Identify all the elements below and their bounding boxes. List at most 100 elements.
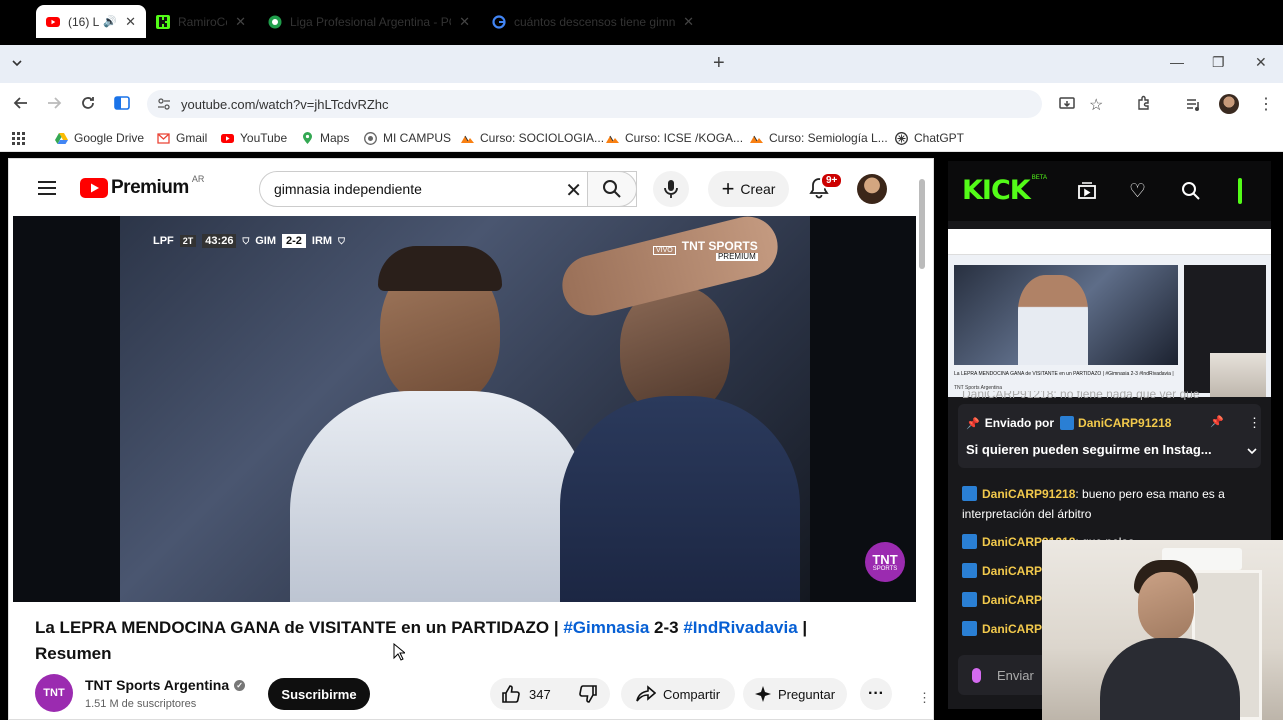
notifications-button[interactable]: 9+ xyxy=(809,172,844,204)
tab-title: cuántos descensos tiene gimna xyxy=(514,14,676,29)
kick-logo[interactable]: KICK BETA xyxy=(962,175,1047,206)
browser-tab-strip xyxy=(0,45,1283,83)
restore-button[interactable]: ❐ xyxy=(1212,54,1225,71)
scoreboard-overlay: LPF 2T 43:26 ⛉ GIM 2-2 IRM ⛉ xyxy=(153,234,345,248)
notification-badge: 9+ xyxy=(820,172,844,189)
extensions-icon[interactable] xyxy=(1136,95,1152,116)
bookmark-curso-semiologia[interactable]: Curso: Semiología L... xyxy=(750,131,888,145)
hashtag-link[interactable]: #IndRivadavia xyxy=(683,618,797,637)
globe-icon xyxy=(268,15,282,28)
user-menu-icon[interactable] xyxy=(1238,178,1242,204)
hashtag-link[interactable]: #Gimnasia xyxy=(563,618,649,637)
bookmark-curso-icse[interactable]: Curso: ICSE /KOGA... xyxy=(606,131,743,145)
search-box[interactable]: gimnasia independiente ✕ xyxy=(259,171,637,207)
account-avatar[interactable] xyxy=(857,174,887,204)
share-button[interactable]: Compartir xyxy=(621,678,735,710)
back-button[interactable] xyxy=(13,95,29,115)
user-badge-icon xyxy=(962,592,977,607)
bookmark-mi-campus[interactable]: MI CAMPUS xyxy=(364,131,451,145)
user-badge-icon xyxy=(962,486,977,501)
bookmark-gmail[interactable]: Gmail xyxy=(157,131,207,145)
moodle-icon xyxy=(750,135,763,143)
bookmark-chatgpt[interactable]: ChatGPT xyxy=(895,131,964,145)
close-window-button[interactable]: ✕ xyxy=(1255,54,1267,71)
user-badge-icon xyxy=(962,621,977,636)
youtube-premium-logo[interactable]: Premium AR xyxy=(80,174,204,199)
microphone-icon xyxy=(664,180,678,198)
chevron-down-icon[interactable] xyxy=(1246,444,1258,462)
tab-youtube[interactable]: (16) L 🔊 ✕ xyxy=(36,5,146,38)
address-bar[interactable]: youtube.com/watch?v=jhLTcdvRZhc xyxy=(147,90,1042,118)
pinned-menu-icon[interactable]: ⋮ xyxy=(1248,415,1261,431)
tab-title: RamiroCc xyxy=(178,14,228,29)
broadcast-logo: VIVO TNT SPORTS PREMIUM xyxy=(653,240,758,261)
tab-liga-profesional[interactable]: Liga Profesional Argentina - PO ✕ xyxy=(258,5,480,38)
search-input[interactable]: gimnasia independiente xyxy=(274,181,422,197)
apps-grid-icon[interactable] xyxy=(12,132,25,150)
ask-button[interactable]: Preguntar xyxy=(743,678,847,710)
moodle-icon xyxy=(461,135,474,143)
search-button[interactable] xyxy=(587,171,637,207)
pin-icon: 📌 xyxy=(966,417,980,430)
user-badge-icon xyxy=(1060,416,1075,430)
close-icon[interactable]: ✕ xyxy=(459,14,470,30)
side-panel-icon xyxy=(114,96,130,110)
voice-search-button[interactable] xyxy=(653,171,689,207)
streamer-webcam xyxy=(1042,540,1283,720)
reload-button[interactable] xyxy=(80,95,96,115)
media-controls-icon[interactable] xyxy=(1186,96,1202,117)
channel-name[interactable]: TNT Sports Argentina ✓ xyxy=(85,677,246,693)
dislike-button[interactable] xyxy=(578,684,598,709)
page-scrollbar[interactable] xyxy=(919,179,925,269)
maps-pin-icon xyxy=(303,131,312,144)
video-title: La LEPRA MENDOCINA GANA de VISITANTE en … xyxy=(35,618,808,663)
bookmark-star-icon[interactable]: ☆ xyxy=(1089,95,1103,115)
plus-icon: + xyxy=(721,176,735,201)
close-icon[interactable]: ✕ xyxy=(235,14,246,30)
close-icon[interactable]: ✕ xyxy=(125,14,136,30)
close-icon[interactable]: ✕ xyxy=(683,14,694,30)
tab-google-search[interactable]: cuántos descensos tiene gimna ✕ xyxy=(482,5,704,38)
install-app-icon[interactable] xyxy=(1059,96,1075,117)
speaker-icon: 🔊 xyxy=(103,16,118,28)
tab-kick[interactable]: RamiroCc ✕ xyxy=(146,5,256,38)
bookmark-curso-sociologia[interactable]: Curso: SOCIOLOGIA... xyxy=(461,131,604,145)
unpin-icon[interactable]: 📌 xyxy=(1210,415,1224,428)
more-actions-button[interactable]: ··· xyxy=(860,678,892,710)
reload-icon xyxy=(82,97,94,109)
bookmark-youtube[interactable]: YouTube xyxy=(221,131,287,145)
site-info-icon[interactable] xyxy=(157,97,171,111)
video-player[interactable]: LPF 2T 43:26 ⛉ GIM 2-2 IRM ⛉ VIVO TNT SP… xyxy=(13,216,916,602)
minimize-button[interactable]: — xyxy=(1170,54,1184,70)
pinned-message: 📌 Enviado por DaniCARP91218 📌 ⋮ Si quier… xyxy=(958,404,1261,468)
bookmark-google-drive[interactable]: Google Drive xyxy=(55,131,144,145)
verified-icon: ✓ xyxy=(234,679,246,691)
heart-icon[interactable]: ♡ xyxy=(1129,180,1146,203)
chatgpt-icon xyxy=(895,131,908,145)
subscribe-button[interactable]: Suscribirme xyxy=(268,678,370,710)
stream-preview[interactable]: La LEPRA MENDOCINA GANA de VISITANTE en … xyxy=(948,229,1271,397)
hamburger-menu-icon[interactable] xyxy=(37,180,57,201)
search-icon[interactable] xyxy=(1181,181,1201,206)
search-icon xyxy=(603,180,621,198)
tab-search-button[interactable] xyxy=(10,56,24,73)
chat-partial-message: DaniCARP91218: no tiene nada que ver que xyxy=(962,391,1200,400)
tab-title: (16) L xyxy=(68,14,100,29)
clear-search-icon[interactable]: ✕ xyxy=(565,178,582,203)
browser-menu-icon[interactable]: ⋮ xyxy=(1258,94,1274,114)
more-vert-icon[interactable]: ⋮ xyxy=(918,690,931,706)
create-button[interactable]: + Crear xyxy=(708,171,789,207)
mouse-cursor xyxy=(393,642,407,666)
forward-button[interactable] xyxy=(46,95,62,115)
new-tab-button[interactable]: + xyxy=(713,52,725,75)
like-button[interactable]: 347 xyxy=(501,684,551,704)
microphone-icon[interactable] xyxy=(972,667,981,683)
browse-icon[interactable] xyxy=(1077,181,1097,206)
side-panel-button[interactable] xyxy=(114,95,130,115)
tab-title: Liga Profesional Argentina - PO xyxy=(290,14,452,29)
channel-avatar[interactable]: TNT xyxy=(35,674,73,712)
youtube-window: Premium AR gimnasia independiente ✕ + Cr… xyxy=(8,158,934,720)
thumbs-down-icon xyxy=(579,685,597,703)
bookmark-maps[interactable]: Maps xyxy=(301,131,349,145)
profile-avatar[interactable] xyxy=(1219,94,1239,114)
